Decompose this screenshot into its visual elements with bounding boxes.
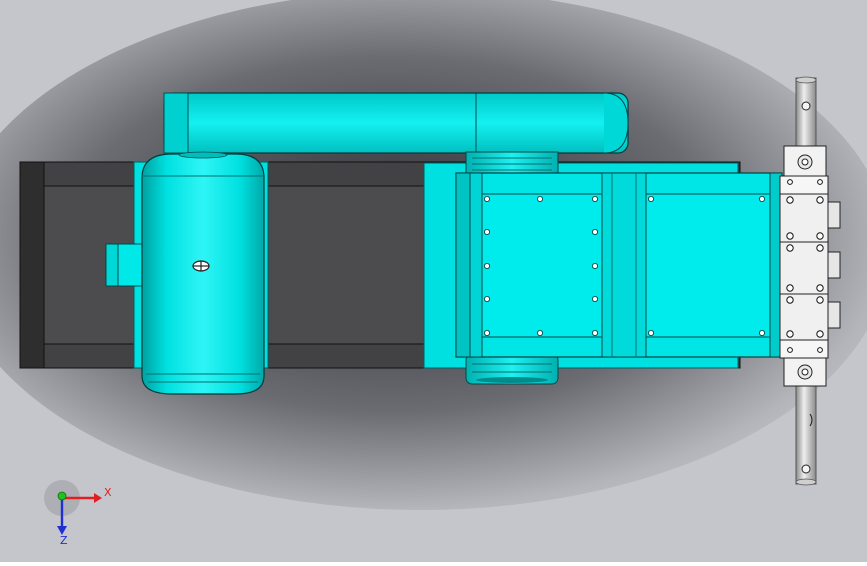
x-axis-label: X xyxy=(104,486,112,499)
belt-guard xyxy=(163,92,629,154)
pulley-hub-top xyxy=(465,151,559,177)
inspection-cover-right xyxy=(645,193,771,338)
cad-viewport[interactable]: X Z xyxy=(0,0,867,562)
inspection-cover-left xyxy=(481,193,603,338)
y-axis-dot xyxy=(57,491,67,501)
pulley-hub-bottom xyxy=(465,353,559,385)
motor-nameplate-icon xyxy=(192,260,210,272)
z-axis-label: Z xyxy=(60,534,68,547)
cad-canvas: X Z xyxy=(0,0,867,562)
